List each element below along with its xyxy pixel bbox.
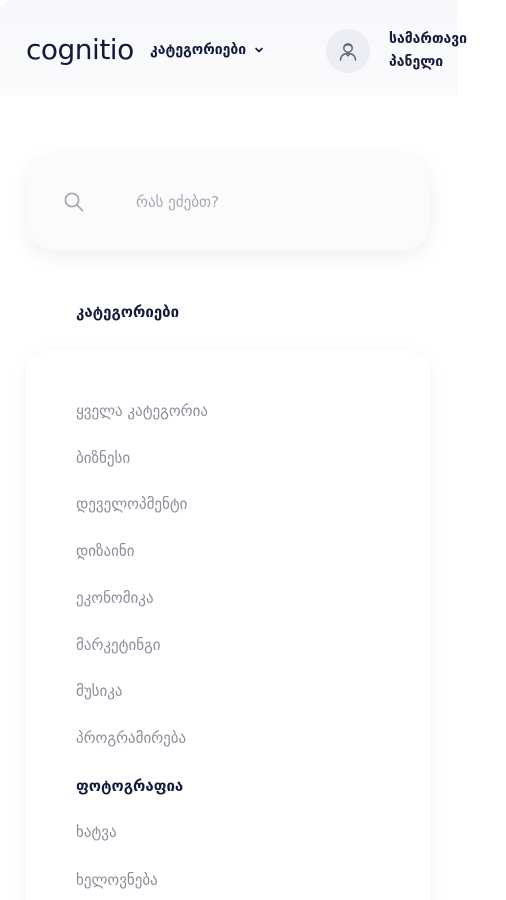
- category-item-programming[interactable]: პროგრამირება: [76, 728, 186, 748]
- page: cognitio კატეგორიები სამართავი პანელი რა…: [0, 0, 506, 900]
- category-item-all[interactable]: ყველა კატეგორია: [76, 401, 208, 421]
- category-item-art[interactable]: ხელოვნება: [76, 870, 158, 890]
- chevron-down-icon: [255, 47, 263, 53]
- category-item-music[interactable]: მუსიკა: [76, 681, 123, 701]
- search-icon[interactable]: [62, 190, 86, 214]
- dashboard-link-line1: სამართავი: [389, 31, 468, 47]
- category-item-marketing[interactable]: მარკეტინგი: [76, 635, 161, 655]
- category-item-design[interactable]: დიზაინი: [76, 541, 135, 561]
- dashboard-link-line2: პანელი: [389, 54, 444, 70]
- dashboard-link[interactable]: სამართავი პანელი: [389, 28, 499, 74]
- header-bar: cognitio კატეგორიები სამართავი პანელი: [0, 0, 467, 96]
- category-item-business[interactable]: ბიზნესი: [76, 448, 130, 468]
- category-item-development[interactable]: დეველოპმენტი: [76, 494, 187, 514]
- category-item-economics[interactable]: ეკონომიკა: [76, 588, 154, 608]
- avatar[interactable]: [326, 29, 370, 73]
- search-input[interactable]: [136, 188, 396, 216]
- category-item-photography[interactable]: ფოტოგრაფია: [76, 776, 183, 796]
- logo[interactable]: cognitio: [26, 33, 134, 67]
- categories-heading: კატეგორიები: [76, 303, 180, 321]
- user-avatar-icon: [339, 43, 357, 61]
- search-card: [28, 154, 430, 250]
- categories-dropdown-label: კატეგორიები: [150, 42, 247, 58]
- categories-dropdown[interactable]: კატეგორიები: [150, 41, 264, 59]
- category-item-drawing[interactable]: ხატვა: [76, 822, 117, 842]
- categories-panel: [26, 350, 430, 900]
